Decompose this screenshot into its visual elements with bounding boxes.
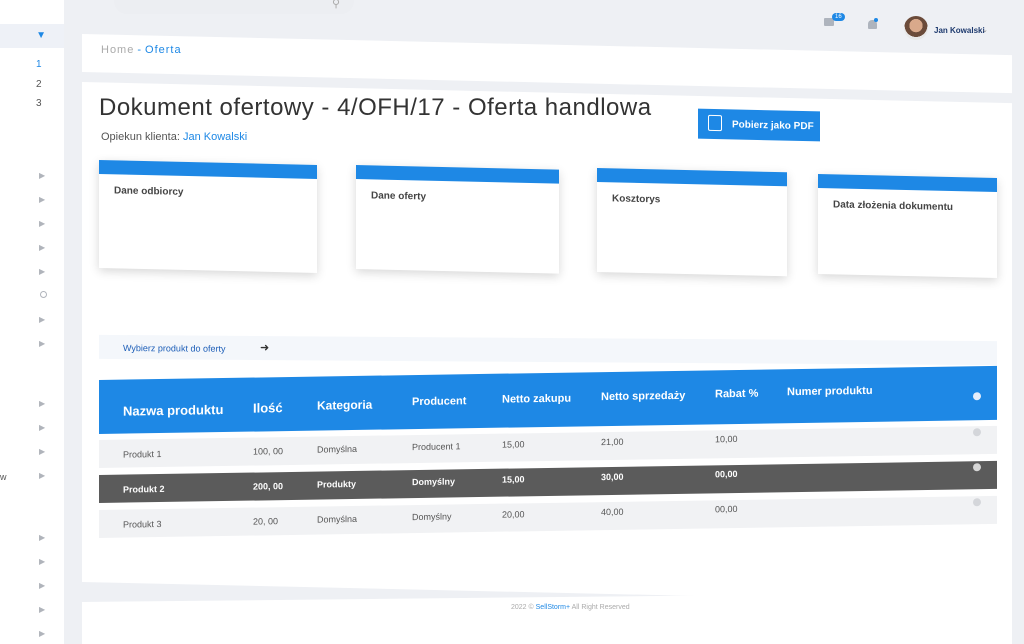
user-name[interactable]: Jan Kowalski: [934, 26, 985, 35]
column-header-discount[interactable]: Rabat %: [715, 388, 758, 401]
cell-net-sale: 40,00: [601, 506, 624, 518]
cell-quantity: 200, 00: [253, 481, 284, 492]
column-header-producer[interactable]: Producent: [412, 395, 466, 408]
cell-quantity: 20, 00: [253, 516, 279, 527]
chevron-right-icon[interactable]: ▶: [39, 267, 45, 276]
sidebar-active-section[interactable]: ▼: [0, 24, 64, 48]
cell-discount: 10,00: [715, 433, 738, 445]
sidebar-page-3[interactable]: 3: [36, 98, 42, 109]
card-offer-data[interactable]: Dane oferty: [356, 165, 559, 274]
cell-quantity: 100, 00: [253, 446, 284, 457]
card-title: Dane oferty: [371, 190, 427, 203]
chevron-right-icon[interactable]: ▶: [39, 315, 45, 324]
search-input[interactable]: ⚲: [114, 0, 354, 14]
chevron-right-icon[interactable]: ▶: [39, 581, 45, 590]
chevron-right-icon[interactable]: ▶: [39, 219, 45, 228]
cell-producer: Domyślny: [412, 511, 452, 523]
cell-net-sale: 30,00: [601, 471, 624, 483]
column-header-product-number[interactable]: Numer produktu: [787, 385, 873, 398]
cell-name: Produkt 3: [123, 519, 162, 530]
cell-producer: Producent 1: [412, 441, 461, 453]
cell-net-purchase: 15,00: [502, 474, 525, 485]
download-pdf-button[interactable]: Pobierz jako PDF: [698, 108, 820, 142]
cell-name: Produkt 2: [123, 483, 165, 495]
circle-icon[interactable]: [40, 291, 47, 298]
cell-net-purchase: 20,00: [502, 509, 525, 520]
card-title: Dane odbiorcy: [114, 185, 184, 198]
chevron-right-icon[interactable]: ▶: [39, 605, 45, 614]
mail-count-badge: 16: [832, 13, 845, 21]
chevron-right-icon[interactable]: ▶: [39, 423, 45, 432]
chevron-right-icon[interactable]: ▶: [39, 629, 45, 638]
client-info: Opiekun klienta: Jan Kowalski: [101, 131, 247, 143]
card-submission-date[interactable]: Data złożenia dokumentu: [818, 174, 997, 279]
cell-category: Domyślna: [317, 513, 358, 525]
client-label: Opiekun klienta:: [101, 131, 180, 143]
top-bar: ⚲ 16 Jan Kowalski ⌄: [64, 0, 1024, 40]
cell-net-purchase: 15,00: [502, 439, 525, 450]
breadcrumb-separator: -: [137, 44, 143, 56]
footer-rights: All Right Reserved: [571, 604, 630, 611]
cell-category: Produkty: [317, 478, 357, 490]
card-recipient-data[interactable]: Dane odbiorcy: [99, 160, 317, 273]
card-header-bar: [597, 168, 787, 187]
notification-dot: [874, 18, 878, 22]
add-row-icon[interactable]: [973, 392, 981, 401]
sidebar-item-label: w: [0, 472, 7, 482]
chevron-right-icon[interactable]: ▶: [39, 195, 45, 204]
arrow-right-icon[interactable]: ➜: [260, 341, 269, 354]
cell-discount: 00,00: [715, 468, 738, 480]
footer-brand-link[interactable]: SellStorm+: [536, 604, 570, 611]
client-name-link[interactable]: Jan Kowalski: [183, 131, 247, 143]
cell-net-sale: 21,00: [601, 436, 624, 448]
card-title: Data złożenia dokumentu: [833, 199, 954, 214]
cell-name: Produkt 1: [123, 449, 162, 460]
avatar[interactable]: [904, 16, 928, 40]
column-header-net-purchase[interactable]: Netto zakupu: [502, 393, 571, 406]
card-cost-estimate[interactable]: Kosztorys: [597, 168, 787, 277]
chevron-right-icon[interactable]: ▶: [39, 399, 45, 408]
sidebar-page-1[interactable]: 1: [36, 59, 42, 70]
sidebar-page-2[interactable]: 2: [36, 79, 42, 90]
chevron-right-icon[interactable]: ▶: [39, 533, 45, 542]
cell-producer: Domyślny: [412, 476, 456, 488]
chevron-right-icon[interactable]: ▶: [39, 339, 45, 348]
breadcrumb-home[interactable]: Home: [101, 44, 134, 56]
column-header-quantity[interactable]: Ilość: [253, 400, 283, 415]
product-select-label[interactable]: Wybierz produkt do oferty: [123, 343, 225, 354]
footer-year: 2022 ©: [511, 604, 534, 611]
footer: 2022 © SellStorm+ All Right Reserved: [511, 604, 630, 611]
chevron-right-icon[interactable]: ▶: [39, 243, 45, 252]
chevron-right-icon[interactable]: ▶: [39, 557, 45, 566]
row-action-icon[interactable]: [973, 463, 981, 472]
chevron-right-icon[interactable]: ▶: [39, 471, 45, 480]
breadcrumb-current[interactable]: Oferta: [145, 44, 182, 56]
search-icon: ⚲: [331, 0, 340, 10]
chevron-right-icon[interactable]: ▶: [39, 447, 45, 456]
page-title: Dokument ofertowy - 4/OFH/17 - Oferta ha…: [99, 94, 652, 121]
sidebar: ▼ 1 2 3 ▶ ▶ ▶ ▶ ▶ ▶ ▶ ▶ ▶ ▶ w ▶ ▶ ▶ ▶ ▶ …: [0, 0, 64, 644]
card-header-bar: [818, 174, 997, 193]
footer-bar: [82, 592, 1012, 644]
chevron-right-icon[interactable]: ▶: [39, 171, 45, 180]
row-action-icon[interactable]: [973, 428, 981, 437]
card-title: Kosztorys: [612, 193, 661, 206]
breadcrumb: Home - Oferta: [101, 44, 182, 56]
chevron-down-icon[interactable]: ⌄: [982, 26, 988, 34]
cell-discount: 00,00: [715, 503, 738, 515]
pdf-download-icon: [708, 114, 722, 132]
chevron-down-icon: ▼: [36, 30, 46, 41]
cell-category: Domyślna: [317, 443, 358, 455]
column-header-name[interactable]: Nazwa produktu: [123, 402, 223, 419]
row-action-icon[interactable]: [973, 498, 981, 507]
column-header-net-sale[interactable]: Netto sprzedaży: [601, 390, 685, 403]
download-pdf-label: Pobierz jako PDF: [732, 119, 814, 133]
column-header-category[interactable]: Kategoria: [317, 398, 372, 413]
